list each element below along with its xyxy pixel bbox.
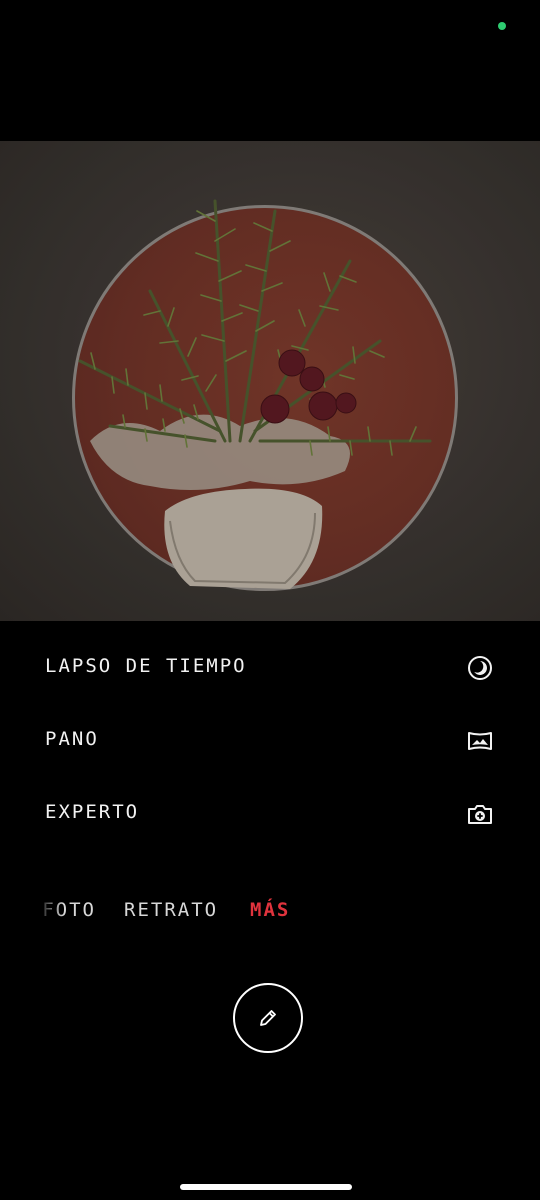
preview-dim-overlay <box>0 141 540 621</box>
mode-foto[interactable]: FOTO <box>30 899 96 921</box>
timelapse-icon <box>468 656 492 680</box>
menu-item-label: PANO <box>45 728 99 750</box>
mode-mas[interactable]: MÁS <box>250 899 290 921</box>
panorama-icon <box>468 732 492 750</box>
menu-item-experto[interactable]: EXPERTO <box>0 789 540 839</box>
mode-retrato[interactable]: RETRATO <box>124 899 218 921</box>
menu-item-label: LAPSO DE TIEMPO <box>45 655 247 677</box>
pro-camera-icon <box>468 805 492 824</box>
camera-in-use-indicator <box>498 22 506 30</box>
edit-pencil-icon <box>260 1010 276 1026</box>
edit-modes-button[interactable] <box>233 983 303 1053</box>
camera-viewfinder[interactable] <box>0 141 540 621</box>
camera-mode-selector[interactable]: FOTO RETRATO MÁS <box>0 896 540 926</box>
home-indicator[interactable] <box>180 1184 352 1190</box>
menu-item-label: EXPERTO <box>45 801 140 823</box>
menu-item-lapso-de-tiempo[interactable]: LAPSO DE TIEMPO <box>0 643 540 693</box>
menu-item-pano[interactable]: PANO <box>0 716 540 766</box>
